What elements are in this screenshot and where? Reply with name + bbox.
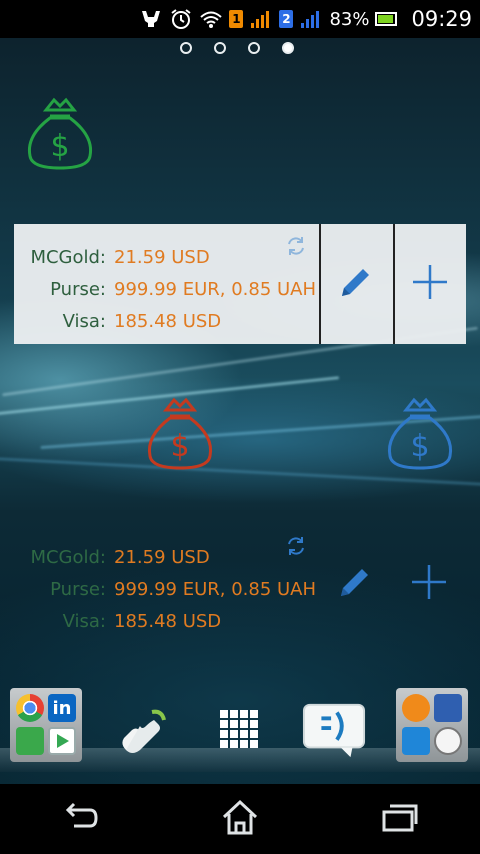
page-dot[interactable] — [180, 42, 192, 54]
battery-percent: 83% — [329, 8, 370, 30]
balance-label: MCGold: — [30, 246, 106, 268]
share-icon — [16, 727, 44, 755]
add-button[interactable] — [393, 224, 465, 344]
money-bag-icon[interactable]: $ — [138, 394, 222, 478]
balance-label: Purse: — [50, 278, 106, 300]
phone-icon[interactable] — [110, 700, 174, 760]
dock: in — [0, 686, 480, 784]
balance-label: Purse: — [50, 578, 106, 600]
balance-value: 185.48 USD — [114, 310, 222, 332]
svg-text:$: $ — [410, 429, 429, 464]
edit-button[interactable] — [319, 224, 391, 344]
balance-widget-transparent[interactable]: MCGold: 21.59 USD Purse: 999.99 EUR, 0.8… — [14, 524, 466, 644]
recents-button[interactable] — [370, 794, 430, 844]
app-folder-right[interactable] — [396, 688, 468, 762]
chrome-icon — [16, 694, 44, 722]
balance-row: Visa: 185.48 USD — [14, 305, 318, 337]
apps-grid-icon[interactable] — [208, 700, 272, 760]
page-dot[interactable] — [248, 42, 260, 54]
play-store-icon — [48, 727, 76, 755]
balance-value: 999.99 EUR, 0.85 UAH — [114, 578, 317, 600]
back-button[interactable] — [50, 794, 110, 844]
alarm-icon — [169, 7, 193, 31]
balance-row: MCGold: 21.59 USD — [14, 541, 318, 573]
signal-icon — [249, 7, 273, 31]
sim2-badge: 2 — [279, 10, 294, 28]
home-icon — [220, 797, 260, 841]
wifi-icon — [199, 7, 223, 31]
balance-list[interactable]: MCGold: 21.59 USD Purse: 999.99 EUR, 0.8… — [14, 224, 318, 344]
page-dot[interactable] — [214, 42, 226, 54]
home-button[interactable] — [210, 794, 270, 844]
messaging-icon[interactable] — [302, 700, 366, 760]
balance-value: 185.48 USD — [114, 610, 222, 632]
add-button[interactable] — [393, 524, 465, 644]
status-bar: 1 2 83% 09:29 — [0, 0, 480, 38]
refresh-icon[interactable] — [284, 534, 308, 558]
refresh-icon[interactable] — [284, 234, 308, 258]
balance-row: Purse: 999.99 EUR, 0.85 UAH — [14, 273, 318, 305]
clock-time: 09:29 — [411, 7, 472, 31]
balance-value: 999.99 EUR, 0.85 UAH — [114, 278, 317, 300]
balance-row: MCGold: 21.59 USD — [14, 241, 318, 273]
svg-text:$: $ — [50, 129, 69, 164]
linkedin-icon: in — [48, 694, 76, 722]
balance-widget[interactable]: MCGold: 21.59 USD Purse: 999.99 EUR, 0.8… — [14, 224, 466, 344]
plus-icon — [410, 262, 450, 306]
balance-label: MCGold: — [30, 546, 106, 568]
plus-icon — [409, 562, 449, 606]
recents-icon — [380, 800, 420, 838]
search-icon — [402, 727, 430, 755]
back-icon — [60, 800, 100, 838]
balance-label: Visa: — [62, 310, 106, 332]
balance-value: 21.59 USD — [114, 546, 210, 568]
balance-row: Purse: 999.99 EUR, 0.85 UAH — [14, 573, 318, 605]
app-folder-left[interactable]: in — [10, 688, 82, 762]
sim1-badge: 1 — [229, 10, 244, 28]
balance-list[interactable]: MCGold: 21.59 USD Purse: 999.99 EUR, 0.8… — [14, 524, 318, 644]
save-icon — [434, 694, 462, 722]
pencil-icon — [335, 562, 375, 606]
battery-icon — [375, 12, 398, 26]
page-dot-active[interactable] — [282, 42, 294, 54]
edit-button[interactable] — [319, 524, 391, 644]
page-indicator — [180, 42, 294, 54]
svg-text:$: $ — [170, 429, 189, 464]
signal-icon — [299, 7, 323, 31]
usb-icon — [139, 7, 163, 31]
pencil-icon — [336, 262, 376, 306]
balance-row: Visa: 185.48 USD — [14, 605, 318, 637]
money-bag-icon[interactable]: $ — [378, 394, 462, 478]
balance-label: Visa: — [62, 610, 106, 632]
gallery-icon — [402, 694, 430, 722]
money-bag-icon[interactable]: $ — [18, 94, 102, 178]
navigation-bar — [0, 784, 480, 854]
balance-value: 21.59 USD — [114, 246, 210, 268]
clock-icon — [434, 727, 462, 755]
